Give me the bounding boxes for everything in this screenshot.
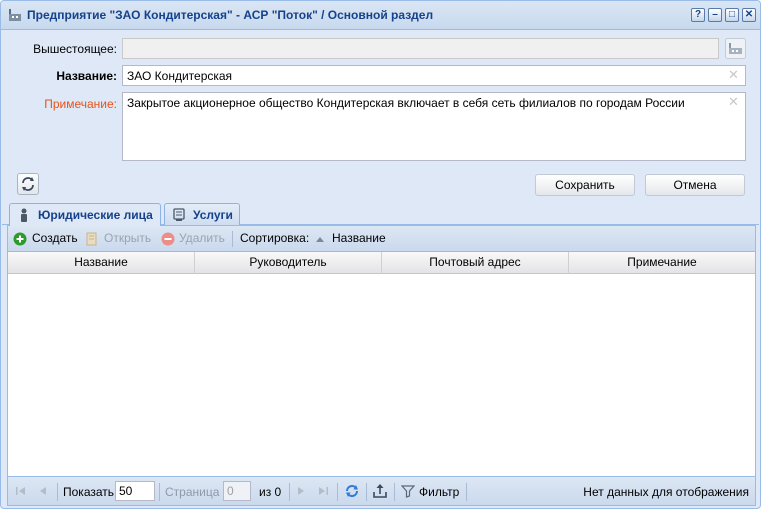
column-header-note[interactable]: Примечание xyxy=(569,252,755,274)
open-icon xyxy=(86,232,97,246)
page-label: Страница xyxy=(165,485,220,499)
create-button[interactable]: Создать xyxy=(32,231,78,245)
app-window: Предприятие "ЗАО Кондитерская" - АСР "По… xyxy=(0,0,761,509)
clear-note-icon[interactable]: ✕ xyxy=(728,94,739,110)
tab-legal-entities[interactable]: Юридические лица xyxy=(9,203,161,226)
name-label: Название: xyxy=(56,69,117,83)
column-header-postal-address[interactable]: Почтовый адрес xyxy=(382,252,569,274)
prev-page-icon[interactable] xyxy=(36,484,50,498)
minimize-button[interactable]: – xyxy=(708,8,722,22)
pager-separator xyxy=(159,483,160,501)
parent-lookup-icon[interactable] xyxy=(725,38,746,59)
maximize-button[interactable]: □ xyxy=(725,8,739,22)
tab-strip: Юридические лица Услуги xyxy=(2,201,759,226)
cancel-button[interactable]: Отмена xyxy=(645,174,745,196)
paging-toolbar: Показать 50 Страница 0 из 0 Фильтр Нет д… xyxy=(8,476,755,505)
add-icon xyxy=(13,232,27,246)
refresh-button[interactable] xyxy=(17,173,39,195)
grid-body xyxy=(8,274,755,476)
services-icon xyxy=(173,208,185,221)
help-button[interactable]: ? xyxy=(691,8,705,22)
refresh-icon xyxy=(22,177,34,191)
legal-entities-panel: Создать Открыть Удалить Сортировка: Назв… xyxy=(7,225,756,506)
pager-separator xyxy=(289,483,290,501)
reload-icon[interactable] xyxy=(344,483,360,499)
column-header-director[interactable]: Руководитель xyxy=(195,252,382,274)
toolbar-separator xyxy=(232,231,233,247)
page-size-input[interactable]: 50 xyxy=(115,481,155,501)
save-button[interactable]: Сохранить xyxy=(535,174,635,196)
note-label: Примечание: xyxy=(44,97,117,111)
title-bar[interactable]: Предприятие "ЗАО Кондитерская" - АСР "По… xyxy=(1,1,760,30)
pager-separator xyxy=(57,483,58,501)
delete-icon xyxy=(161,232,175,246)
export-icon[interactable] xyxy=(372,483,388,499)
pager-status: Нет данных для отображения xyxy=(583,485,749,499)
filter-icon xyxy=(401,485,415,498)
sort-field-button[interactable]: Название xyxy=(332,231,386,245)
grid-header: Название Руководитель Почтовый адрес При… xyxy=(8,252,755,274)
close-button[interactable]: ✕ xyxy=(742,8,756,22)
window-title: Предприятие "ЗАО Кондитерская" - АСР "По… xyxy=(27,8,434,22)
pager-separator xyxy=(394,483,395,501)
page-number-input[interactable]: 0 xyxy=(223,481,251,501)
filter-button[interactable]: Фильтр xyxy=(419,485,459,499)
show-label: Показать xyxy=(63,485,115,499)
pager-separator xyxy=(337,483,338,501)
delete-button[interactable]: Удалить xyxy=(179,231,225,245)
grid-toolbar: Создать Открыть Удалить Сортировка: Назв… xyxy=(8,226,755,252)
last-page-icon[interactable] xyxy=(316,484,330,498)
note-field[interactable]: Закрытое акционерное общество Кондитерск… xyxy=(122,92,746,161)
parent-field xyxy=(122,38,719,59)
pager-separator xyxy=(466,483,467,501)
person-icon xyxy=(21,208,27,222)
tab-services[interactable]: Услуги xyxy=(164,203,240,226)
factory-icon xyxy=(9,9,21,21)
tab-legal-entities-label: Юридические лица xyxy=(38,208,153,222)
sort-asc-icon xyxy=(316,237,324,242)
column-header-name[interactable]: Название xyxy=(8,252,195,274)
next-page-icon[interactable] xyxy=(294,484,308,498)
first-page-icon[interactable] xyxy=(14,484,28,498)
pager-separator xyxy=(366,483,367,501)
clear-name-icon[interactable]: ✕ xyxy=(728,67,739,83)
name-field[interactable]: ЗАО Кондитерская xyxy=(122,65,746,86)
parent-label: Вышестоящее: xyxy=(33,42,117,56)
page-count-label: из 0 xyxy=(259,485,282,499)
sort-label: Сортировка: xyxy=(240,231,310,245)
open-button[interactable]: Открыть xyxy=(104,231,151,245)
tab-services-label: Услуги xyxy=(193,208,233,222)
